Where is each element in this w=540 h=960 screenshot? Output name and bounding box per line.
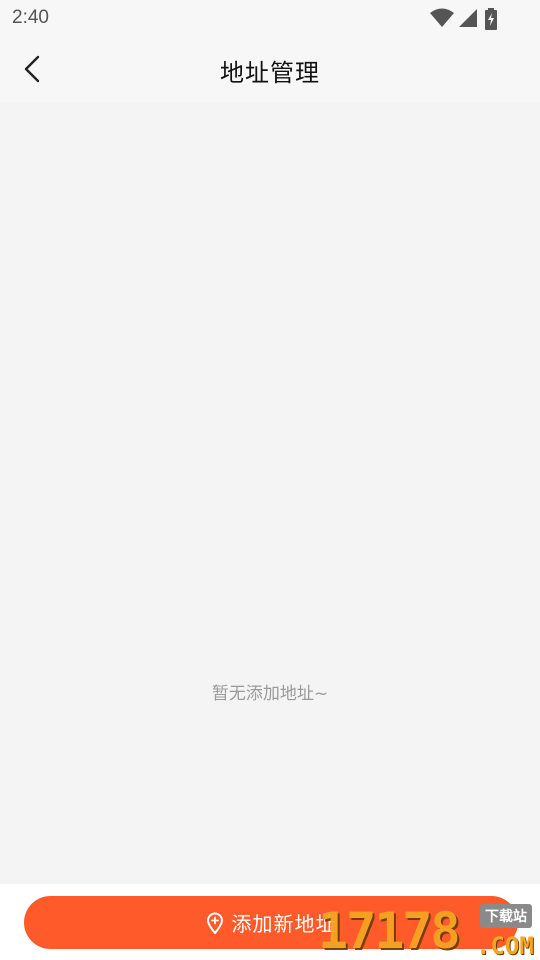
cellular-signal-icon: [459, 9, 477, 27]
battery-charging-icon: [485, 8, 497, 30]
address-list-area: 暂无添加地址~: [0, 102, 540, 884]
wifi-icon: [430, 8, 454, 27]
page-title: 地址管理: [220, 59, 320, 87]
watermark-domain: .COM: [476, 932, 534, 960]
watermark-logo: 17178 .COM 下载站: [318, 900, 540, 960]
watermark-badge: 下载站: [480, 904, 532, 928]
watermark-digits: 17178: [318, 902, 461, 960]
location-pin-icon: [206, 912, 224, 934]
empty-state-message: 暂无添加地址~: [211, 684, 329, 704]
status-time: 2:40: [12, 7, 49, 28]
app-bar: 地址管理: [0, 36, 540, 102]
status-bar: 2:40: [0, 0, 540, 36]
